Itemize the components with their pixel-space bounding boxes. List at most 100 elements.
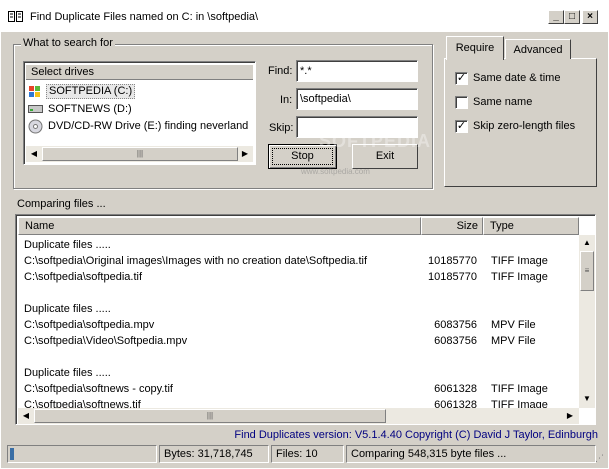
same-name-label: Same name [473,96,533,108]
version-text: Find Duplicates version: V5.1.4.40 Copyr… [234,429,598,441]
window-title: Find Duplicate Files named on C: in \sof… [30,11,259,23]
row-size: 6083756 [434,319,477,331]
scroll-right-icon[interactable]: ▶ [238,147,252,161]
drive-item-e[interactable]: DVD/CD-RW Drive (E:) finding neverland [28,118,253,134]
find-input-value: *.* [300,65,312,77]
status-files: Files: 10 [271,445,344,463]
same-date-time-checkbox[interactable]: ✓ [455,72,468,85]
row-name: Duplicate files ..... [24,303,111,315]
table-row[interactable]: C:\softpedia\Original images\Images with… [24,253,579,269]
app-icon [8,11,23,22]
row-type: TIFF Image [491,255,548,267]
column-size[interactable]: Size [421,217,483,235]
tab-advanced-label: Advanced [513,44,563,56]
find-input[interactable]: *.* [296,60,418,82]
table-row[interactable]: C:\softpedia\softpedia.mpv 6083756 MPV Fil… [24,317,579,333]
same-name-checkbox[interactable] [455,96,468,109]
status-message: Comparing 548,315 byte files ... [346,445,596,463]
watermark-logo: SOFTPEDIA [319,131,432,151]
tab-require[interactable]: Require [446,36,504,60]
row-name: C:\softpedia\softnews.tif [24,399,141,408]
find-label: Find: [268,65,293,77]
row-type: TIFF Image [491,383,548,395]
table-row[interactable]: C:\softpedia\softnews.tif 6061328 TIFF Ima… [24,397,579,408]
table-row[interactable]: Duplicate files ..... [24,237,579,253]
tab-advanced[interactable]: Advanced [505,39,571,59]
watermark-url: www.softpedia.com [301,167,370,176]
drive-label: DVD/CD-RW Drive (E:) finding neverland [48,120,249,132]
column-size-label: Size [456,220,478,232]
table-row[interactable] [24,285,579,301]
results-header: Name Size Type [18,217,579,235]
hard-drive-icon [29,86,40,97]
column-name[interactable]: Name [18,217,421,235]
drive-list-header-label: Select drives [31,66,94,78]
row-type: TIFF Image [491,271,548,283]
row-size: 6061328 [434,399,477,408]
drive-list[interactable]: Select drives SOFTPEDIA (C:) SOFTNEWS (D… [23,61,256,165]
in-input[interactable]: \softpedia\ [296,88,418,110]
status-bytes: Bytes: 31,718,745 [159,445,269,463]
close-icon: × [587,11,593,22]
table-row[interactable] [24,349,579,365]
progress-bar [7,445,157,463]
drive-list-hscrollbar[interactable]: ◀ ||| ▶ [26,146,253,162]
resize-grip-icon[interactable]: ⋰ [595,453,605,463]
scroll-thumb[interactable]: ||| [42,147,238,161]
minimize-button[interactable]: _ [548,10,564,24]
row-name: C:\softpedia\softnews - copy.tif [24,383,173,395]
results-hscrollbar[interactable]: ◀ ||| ▶ [18,408,579,424]
tab-require-label: Require [455,42,495,54]
minimize-icon: _ [553,11,559,22]
drive-label: SOFTPEDIA (C:) [46,84,136,99]
row-name: C:\softpedia\Video\Softpedia.mpv [24,335,188,347]
scroll-down-icon[interactable]: ▼ [580,392,594,406]
row-size: 10185770 [428,255,477,267]
check-icon: ✓ [456,72,467,84]
column-type[interactable]: Type [483,217,579,235]
row-size: 10185770 [428,271,477,283]
progress-fill [10,448,14,460]
row-name: C:\softpedia\Original images\Images with… [24,255,368,267]
main-window: Find Duplicate Files named on C: in \sof… [0,0,609,469]
drive-list-header[interactable]: Select drives [26,64,253,80]
scroll-thumb[interactable]: ||| [34,409,386,423]
table-row[interactable]: Duplicate files ..... [24,301,579,317]
maximize-button[interactable]: □ [564,10,580,24]
close-button[interactable]: × [582,10,598,24]
row-type: MPV File [491,319,536,331]
scroll-left-icon[interactable]: ◀ [27,147,41,161]
row-name: Duplicate files ..... [24,239,111,251]
hard-drive-icon [28,105,43,113]
cd-drive-icon [28,119,43,134]
in-input-value: \softpedia\ [300,93,351,105]
results-rows: Duplicate files ..... C:\softpedia\Origin… [18,237,579,408]
scroll-thumb[interactable]: ≡ [580,251,594,291]
in-label: In: [280,94,293,106]
table-row[interactable]: C:\softpedia\Video\Softpedia.mpv 6083756 M… [24,333,579,349]
results-label: Comparing files ... [17,198,106,210]
skip-zero-length-label: Skip zero-length files [473,120,576,132]
table-row[interactable]: Duplicate files ..... [24,365,579,381]
check-icon: ✓ [456,120,467,132]
row-size: 6083756 [434,335,477,347]
skip-zero-length-checkbox[interactable]: ✓ [455,120,468,133]
same-date-time-label: Same date & time [473,72,561,84]
title-bar[interactable]: Find Duplicate Files named on C: in \sof… [1,1,608,32]
scroll-right-icon[interactable]: ▶ [563,409,577,423]
row-type: MPV File [491,335,536,347]
column-name-label: Name [25,220,55,232]
table-row[interactable]: C:\softpedia\softpedia.tif 10185770 TIFF I… [24,269,579,285]
row-name: C:\softpedia\softpedia.tif [24,271,143,283]
scroll-up-icon[interactable]: ▲ [580,236,594,250]
scroll-left-icon[interactable]: ◀ [19,409,33,423]
table-row[interactable]: C:\softpedia\softnews - copy.tif 6061328 T… [24,381,579,397]
maximize-icon: □ [568,11,576,22]
row-size: 6061328 [434,383,477,395]
row-type: TIFF Image [491,399,548,408]
results-list[interactable]: Name Size Type Duplicate files ..... C:\s… [15,214,596,425]
skip-label: Skip: [269,122,294,134]
results-vscrollbar[interactable]: ▲ ≡ ▼ [579,235,595,408]
drive-label: SOFTNEWS (D:) [48,103,132,115]
row-name: C:\softpedia\softpedia.mpv [24,319,155,331]
